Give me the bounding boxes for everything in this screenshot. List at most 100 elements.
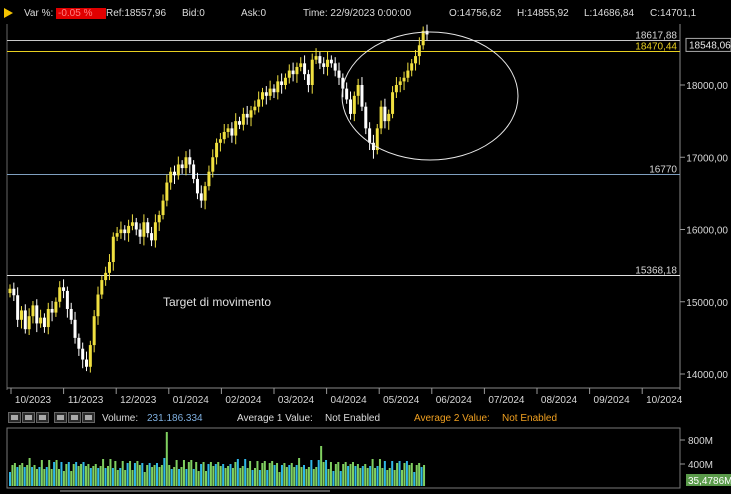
candle-body-45: [180, 164, 184, 169]
volume-bar-26: [72, 464, 75, 486]
zoom-in-button[interactable]: [54, 412, 67, 423]
volume-bar-104: [263, 461, 266, 486]
candle-body-77: [303, 63, 307, 75]
average1-value: Not Enabled: [325, 413, 381, 424]
candle-body-41: [165, 182, 169, 201]
volume-bar-117: [295, 465, 298, 486]
volume-bar-79: [202, 462, 205, 486]
volume-bar-98: [249, 461, 252, 486]
average1-label: Average 1 Value:: [237, 413, 313, 424]
volume-bar-154: [386, 470, 389, 486]
volume-bar-18: [53, 462, 56, 486]
volume-bar-95: [241, 466, 244, 486]
volume-bar-121: [305, 469, 308, 486]
volume-bar-169: [423, 465, 426, 486]
volume-bar-101: [256, 461, 259, 486]
candle-body-103: [402, 77, 406, 82]
prev-page-button[interactable]: [22, 412, 35, 423]
candle-body-13: [58, 287, 62, 302]
volume-bar-71: [182, 460, 185, 486]
volume-bar-25: [70, 471, 73, 486]
volume-bar-148: [371, 459, 374, 486]
next-page-icon: [71, 415, 78, 420]
candle-body-60: [238, 121, 242, 125]
candle-body-102: [398, 81, 402, 85]
first-page-button[interactable]: [8, 412, 21, 423]
candle-body-10: [46, 308, 50, 328]
candle-body-109: [425, 30, 429, 35]
candle-body-62: [245, 113, 249, 118]
prev-page-icon: [25, 415, 32, 420]
volume-bar-43: [114, 461, 117, 486]
candles: [8, 24, 429, 373]
next-page-button[interactable]: [68, 412, 81, 423]
chart-nav-bar: Volume: 231.186.334 Average 1 Value: Not…: [0, 410, 731, 427]
candle-body-71: [280, 81, 284, 85]
volume-bar-111: [280, 465, 283, 486]
volume-bar-64: [165, 432, 168, 486]
volume-bar-68: [175, 460, 178, 486]
candle-body-108: [421, 30, 425, 46]
candle-body-68: [268, 88, 272, 96]
volume-bar-73: [187, 462, 190, 486]
volume-bar-21: [60, 462, 63, 486]
candle-body-36: [146, 222, 150, 234]
volume-bar-22: [62, 471, 65, 486]
candle-body-11: [50, 308, 54, 313]
volume-bar-99: [251, 470, 254, 486]
volume-bar-7: [26, 465, 29, 486]
last-price-marker: 18548,06: [685, 37, 731, 52]
horizontal-lines: 18617,8818470,44 16770 15368,18: [7, 31, 680, 277]
candle-body-105: [410, 63, 414, 71]
volume-bar-103: [261, 463, 264, 486]
candle-body-99: [387, 113, 391, 122]
volume-bar-16: [48, 460, 51, 486]
volume-bar-158: [396, 463, 399, 486]
candle-body-53: [211, 157, 215, 172]
volume-bar-168: [420, 467, 423, 486]
x-tick-label-2: 12/2023: [120, 395, 157, 406]
candle-body-22: [92, 316, 96, 346]
candle-body-100: [391, 92, 395, 114]
volume-bar-114: [288, 465, 291, 486]
volume-bar-113: [285, 467, 288, 486]
zoom-out-button[interactable]: [36, 412, 49, 423]
volume-bar-138: [347, 466, 350, 486]
volume-bar-27: [75, 462, 78, 486]
volume-bar-30: [82, 462, 85, 486]
candle-body-44: [176, 164, 180, 176]
volume-bar-23: [65, 464, 68, 486]
x-tick-label-10: 08/2024: [541, 395, 578, 406]
volume-bar-4: [18, 465, 21, 486]
volume-bar-66: [170, 469, 173, 486]
x-tick-label-5: 03/2024: [278, 395, 315, 406]
candle-body-86: [337, 70, 341, 78]
last-page-button[interactable]: [82, 412, 95, 423]
candle-body-12: [54, 301, 58, 313]
volume-bar-39: [104, 468, 107, 486]
volume-bar-69: [178, 469, 181, 486]
volume-bar-163: [408, 465, 411, 486]
volume-bar-13: [40, 460, 43, 486]
candle-body-18: [77, 337, 81, 349]
candle-body-15: [65, 290, 69, 309]
hline-label-0: 18617,88: [635, 31, 677, 42]
candle-body-79: [310, 59, 314, 85]
candle-body-30: [123, 229, 127, 234]
volume-bar-15: [45, 467, 48, 486]
volume-bar-61: [158, 467, 161, 486]
candle-body-21: [88, 345, 92, 367]
volume-bar-35: [94, 464, 97, 486]
volume-bar-165: [413, 472, 416, 486]
volume-bar-155: [388, 468, 391, 486]
hline-label-2: 16770: [649, 165, 677, 176]
volume-bar-53: [138, 465, 141, 486]
zoom-in-icon: [57, 415, 64, 420]
candle-body-55: [218, 139, 222, 143]
candle-body-48: [192, 164, 196, 179]
volume-bar-83: [212, 466, 215, 486]
volume-bar-20: [58, 469, 60, 486]
volume-bar-136: [342, 464, 345, 486]
candle-body-51: [203, 186, 207, 201]
volume-bar-145: [364, 464, 367, 486]
